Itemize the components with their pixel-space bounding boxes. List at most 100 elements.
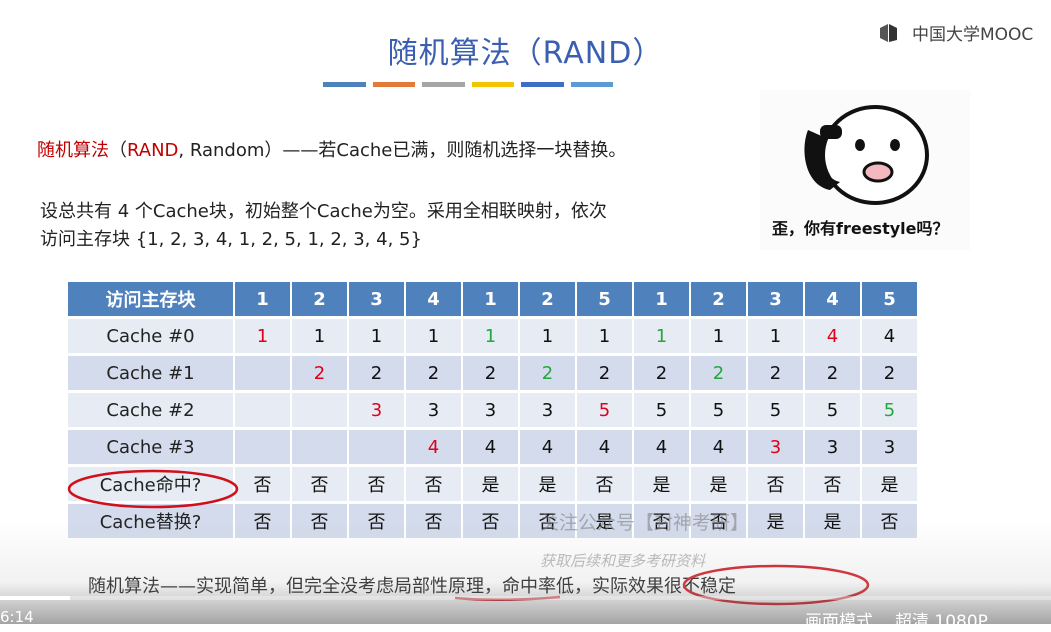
table-cell: 2 <box>577 356 632 390</box>
watermark-line-2: 获取后续和更多考研资料 <box>540 552 706 570</box>
table-cell: 否 <box>349 504 404 538</box>
header-block-10: 4 <box>805 282 860 316</box>
table-cell: 否 <box>235 467 290 501</box>
setup-text: 设总共有 4 个Cache块，初始整个Cache为空。采用全相联映射，依次 访问… <box>40 198 607 254</box>
table-cell: 否 <box>463 504 518 538</box>
watermark-line-1: 关注公众号【封神考研】 <box>540 512 750 534</box>
table-cell: 5 <box>748 393 803 427</box>
quality-button[interactable]: 超清 1080P <box>895 607 988 632</box>
table-cell: 4 <box>805 319 860 353</box>
summary-part-3: ，命中率低， <box>484 576 592 597</box>
mooc-logo-icon <box>878 22 908 44</box>
row-label: Cache命中? <box>68 467 233 501</box>
row-label: Cache #3 <box>68 430 233 464</box>
summary-unstable: 实际效果很不稳定 <box>592 576 736 597</box>
table-cell: 1 <box>691 319 746 353</box>
table-row: Cache命中? 否否否否是是否是是否否是 <box>68 467 917 501</box>
mooc-logo[interactable]: 中国大学MOOC <box>878 20 1033 45</box>
display-mode-button[interactable]: 画面模式 <box>805 607 873 632</box>
color-bar-1 <box>372 82 415 87</box>
table-cell: 否 <box>577 467 632 501</box>
table-row: Cache替换? 否否否否否否是否否是是否 <box>68 504 917 538</box>
table-cell: 4 <box>691 430 746 464</box>
table-row: Cache #1 2 2 2 2 2 2 2 2 2 2 2 <box>68 356 917 390</box>
table-cell: 否 <box>292 504 347 538</box>
table-cell: 3 <box>520 393 575 427</box>
setup-line-2: 访问主存块 {1, 2, 3, 4, 1, 2, 5, 1, 2, 3, 4, … <box>40 229 422 250</box>
definition-paren: （ <box>109 140 127 161</box>
table-row: Cache #2 3 3 3 3 5 5 5 5 5 5 <box>68 393 917 427</box>
table-cell: 4 <box>463 430 518 464</box>
table-cell: 1 <box>520 319 575 353</box>
meme-caption: 歪，你有freestyle吗？ <box>772 219 949 238</box>
table-cell: 否 <box>862 504 917 538</box>
table-cell: 5 <box>577 393 632 427</box>
summary-text: 随机算法——实现简单，但完全没考虑局部性原理，命中率低，实际效果很不稳定 <box>88 572 736 598</box>
table-cell: 2 <box>520 356 575 390</box>
header-block-1: 2 <box>292 282 347 316</box>
row-label: Cache #1 <box>68 356 233 390</box>
table-cell: 是 <box>748 504 803 538</box>
table-cell: 是 <box>463 467 518 501</box>
table-cell: 是 <box>634 467 689 501</box>
mooc-logo-text: 中国大学MOOC <box>912 25 1034 45</box>
definition-rest: , Random）——若Cache已满，则随机选择一块替换。 <box>178 140 627 161</box>
table-cell: 3 <box>463 393 518 427</box>
table-cell: 2 <box>634 356 689 390</box>
table-cell: 是 <box>520 467 575 501</box>
table-cell: 1 <box>235 319 290 353</box>
table-cell: 2 <box>463 356 518 390</box>
table-cell: 否 <box>748 467 803 501</box>
table-cell: 2 <box>805 356 860 390</box>
table-cell: 4 <box>577 430 632 464</box>
table-cell: 是 <box>862 467 917 501</box>
table-cell: 1 <box>292 319 347 353</box>
table-cell <box>349 430 404 464</box>
table-cell: 5 <box>862 393 917 427</box>
color-bar-0 <box>323 82 366 87</box>
table-cell: 3 <box>349 393 404 427</box>
table-cell: 2 <box>292 356 347 390</box>
table-cell: 2 <box>862 356 917 390</box>
table-header-row: 访问主存块 1 2 3 4 1 2 5 1 2 3 4 5 <box>68 282 917 316</box>
table-cell <box>235 430 290 464</box>
header-block-3: 4 <box>406 282 461 316</box>
table-cell: 2 <box>691 356 746 390</box>
header-block-0: 1 <box>235 282 290 316</box>
definition-line: 随机算法（RAND, Random）——若Cache已满，则随机选择一块替换。 <box>37 136 626 162</box>
progress-bar[interactable] <box>0 596 1051 600</box>
table-cell: 4 <box>520 430 575 464</box>
table-cell: 1 <box>748 319 803 353</box>
table-cell: 否 <box>805 467 860 501</box>
header-label: 访问主存块 <box>68 282 233 316</box>
setup-line-1: 设总共有 4 个Cache块，初始整个Cache为空。采用全相联映射，依次 <box>40 201 607 222</box>
table-row: Cache #3 4 4 4 4 4 4 3 3 3 <box>68 430 917 464</box>
meme-face-icon <box>804 105 929 205</box>
color-bar-4 <box>521 82 564 87</box>
table-cell: 2 <box>748 356 803 390</box>
table-cell: 2 <box>406 356 461 390</box>
cache-access-table: 访问主存块 1 2 3 4 1 2 5 1 2 3 4 5 Cache #0 1 1 1 1 1 1 1 1 1 1 4 4 Cac… <box>66 279 919 541</box>
title-color-bars <box>323 82 613 87</box>
table-cell: 1 <box>634 319 689 353</box>
header-block-8: 2 <box>691 282 746 316</box>
table-cell: 1 <box>463 319 518 353</box>
table-cell <box>235 393 290 427</box>
header-block-5: 2 <box>520 282 575 316</box>
table-cell: 5 <box>805 393 860 427</box>
definition-term: 随机算法 <box>37 140 109 161</box>
header-block-2: 3 <box>349 282 404 316</box>
header-block-6: 5 <box>577 282 632 316</box>
table-cell: 4 <box>862 319 917 353</box>
table-cell: 3 <box>805 430 860 464</box>
table-row: Cache #0 1 1 1 1 1 1 1 1 1 1 4 4 <box>68 319 917 353</box>
header-block-11: 5 <box>862 282 917 316</box>
table-cell: 1 <box>406 319 461 353</box>
row-label: Cache #0 <box>68 319 233 353</box>
color-bar-2 <box>422 82 465 87</box>
table-cell: 3 <box>406 393 461 427</box>
row-label: Cache #2 <box>68 393 233 427</box>
row-label: Cache替换? <box>68 504 233 538</box>
table-cell: 否 <box>349 467 404 501</box>
summary-part-1: 随机算法——实现简单，但完全没考虑 <box>88 576 394 597</box>
